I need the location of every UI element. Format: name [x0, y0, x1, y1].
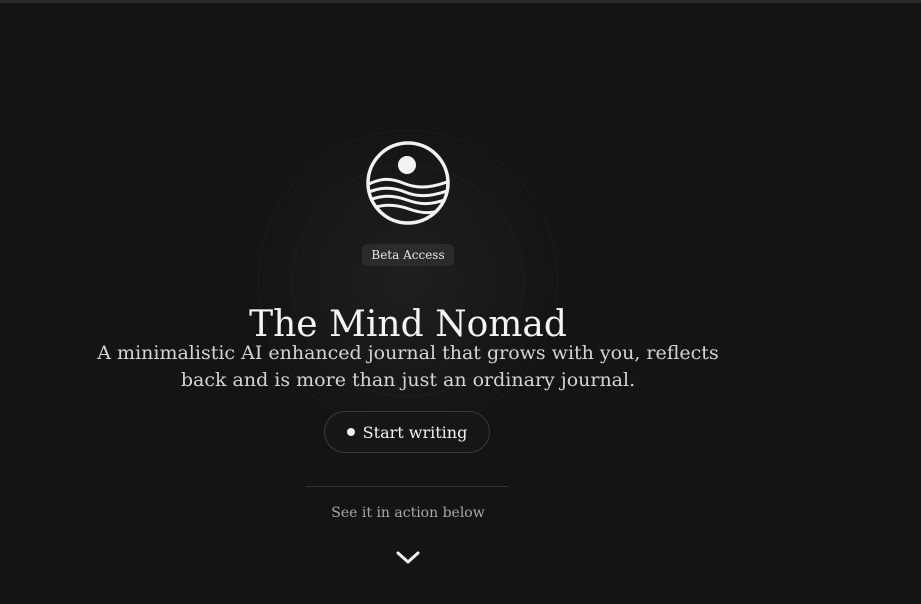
top-edge-bar [0, 0, 921, 3]
start-writing-label: Start writing [362, 422, 468, 442]
dot-icon [346, 428, 355, 436]
start-writing-button[interactable]: Start writing [324, 411, 490, 453]
scroll-hint-text: See it in action below [331, 505, 485, 521]
hero-subtitle: A minimalistic AI enhanced journal that … [97, 342, 719, 391]
sun-over-waves-logo-icon [365, 140, 451, 226]
section-divider [306, 486, 508, 487]
chevron-down-icon[interactable] [395, 550, 421, 566]
beta-access-badge: Beta Access [362, 244, 454, 266]
